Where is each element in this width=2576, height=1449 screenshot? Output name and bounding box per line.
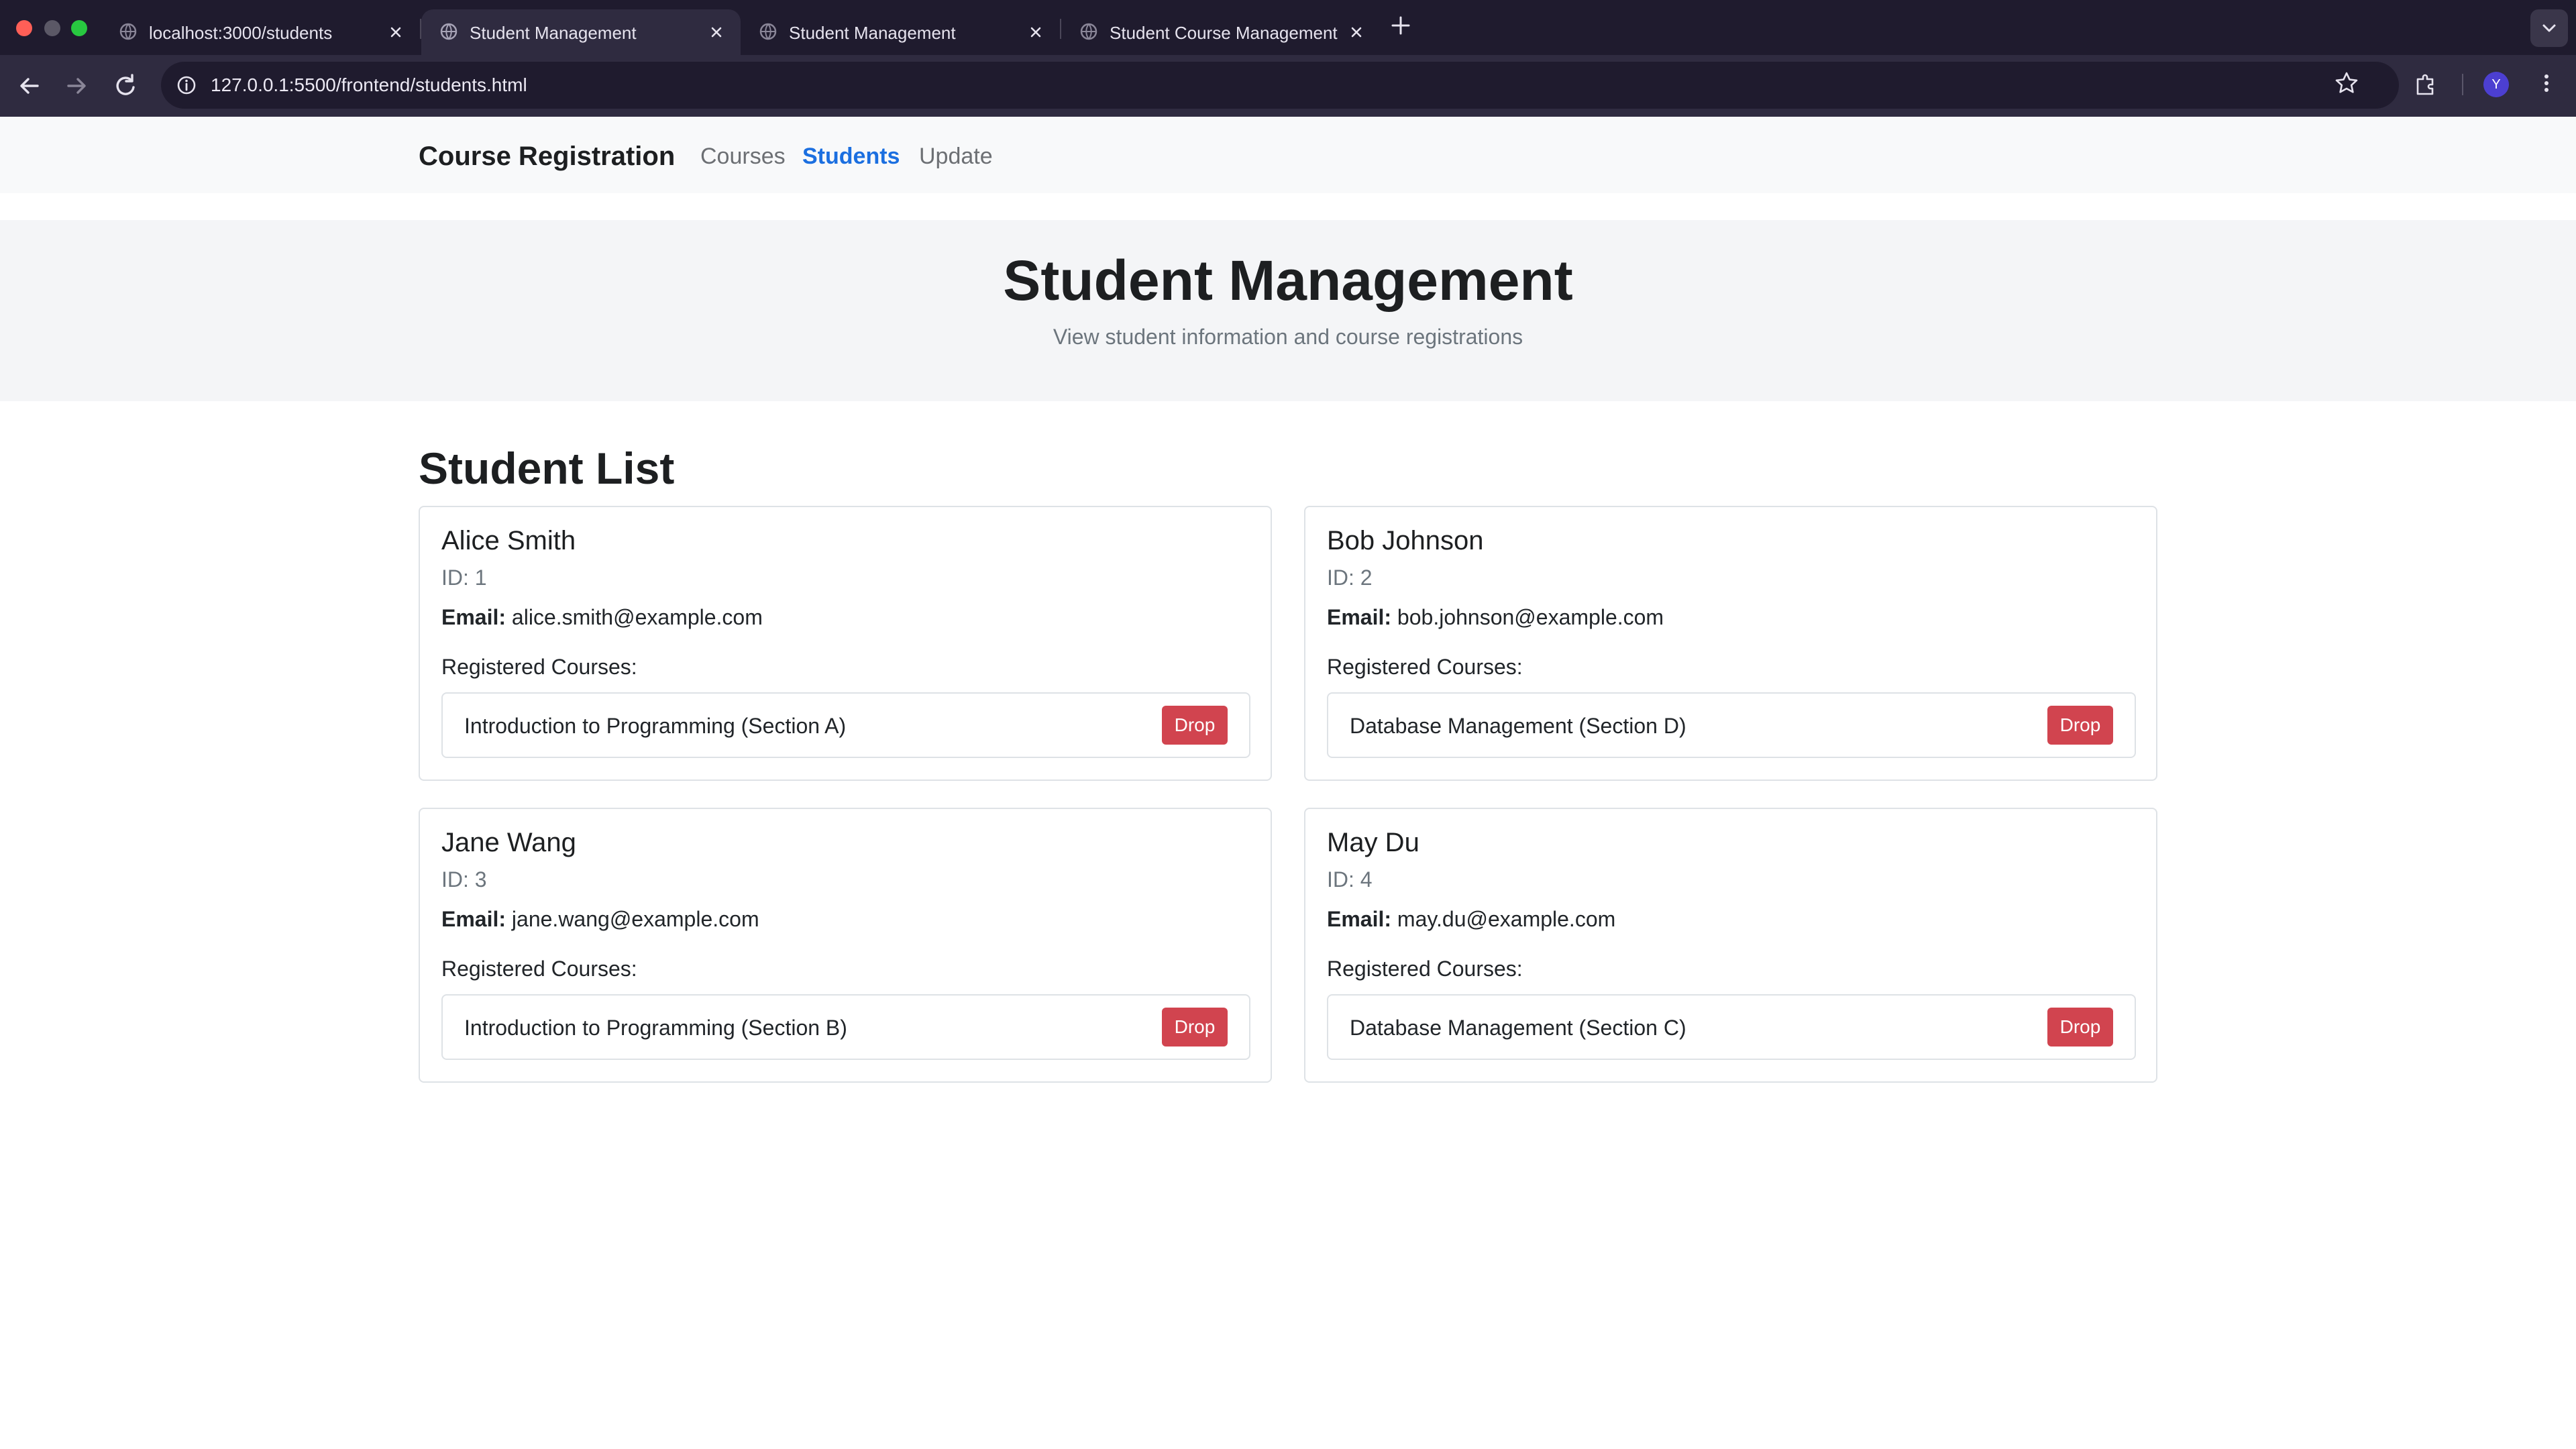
page-header: Student Management View student informat…	[0, 220, 2576, 401]
address-bar[interactable]: 127.0.0.1:5500/frontend/students.html	[161, 62, 2399, 109]
browser-tab-student-management-active[interactable]: Student Management	[421, 9, 741, 55]
browser-tab-student-course-management[interactable]: Student Course Management	[1061, 9, 1381, 55]
registered-courses-label: Registered Courses:	[441, 655, 637, 679]
tab-title: Student Management	[470, 23, 637, 43]
globe-icon	[1080, 23, 1097, 40]
student-email: Email: may.du@example.com	[1327, 906, 1615, 932]
course-list-item: Introduction to Programming (Section B) …	[441, 994, 1250, 1060]
bookmark-star-icon[interactable]	[2333, 70, 2360, 97]
course-list-item: Introduction to Programming (Section A) …	[441, 692, 1250, 758]
student-card: Bob Johnson ID: 2 Email: bob.johnson@exa…	[1304, 506, 2157, 781]
student-email: Email: jane.wang@example.com	[441, 906, 759, 932]
tab-search-button[interactable]	[2530, 9, 2568, 47]
globe-icon	[759, 23, 777, 40]
email-label: Email:	[441, 907, 506, 931]
student-name: Bob Johnson	[1327, 526, 1484, 555]
site-info-icon[interactable]	[174, 73, 199, 97]
chevron-down-icon	[2542, 24, 2556, 32]
registered-courses-label: Registered Courses:	[1327, 655, 1523, 679]
browser-tab-student-management[interactable]: Student Management	[741, 9, 1060, 55]
tab-title: localhost:3000/students	[149, 23, 333, 43]
email-label: Email:	[1327, 605, 1392, 629]
reload-icon[interactable]	[109, 70, 141, 102]
student-name: May Du	[1327, 828, 1419, 857]
student-email: Email: alice.smith@example.com	[441, 604, 763, 631]
more-menu-icon[interactable]	[2533, 70, 2560, 97]
tab-title: Student Course Management	[1110, 23, 1338, 43]
browser-toolbar: 127.0.0.1:5500/frontend/students.html	[0, 55, 2576, 117]
window-minimize-button[interactable]	[44, 20, 60, 36]
student-card: May Du ID: 4 Email: may.du@example.com R…	[1304, 808, 2157, 1083]
drop-course-button[interactable]: Drop	[1162, 706, 1228, 745]
page-subtitle: View student information and course regi…	[1053, 325, 1523, 349]
brand-link[interactable]: Course Registration	[419, 141, 675, 172]
close-icon[interactable]	[1026, 23, 1045, 42]
course-name: Introduction to Programming (Section B)	[464, 1016, 847, 1040]
toolbar-divider	[2462, 74, 2463, 95]
forward-arrow-icon[interactable]	[60, 70, 93, 102]
student-id: ID: 3	[441, 867, 487, 892]
globe-icon	[119, 23, 137, 40]
student-card: Alice Smith ID: 1 Email: alice.smith@exa…	[419, 506, 1272, 781]
page-title: Student Management	[1003, 249, 1573, 312]
student-name: Alice Smith	[441, 526, 576, 555]
nav-link-update[interactable]: Update	[919, 142, 993, 170]
close-icon[interactable]	[707, 23, 726, 42]
close-icon[interactable]	[1347, 23, 1366, 42]
window-close-button[interactable]	[16, 20, 32, 36]
course-name: Database Management (Section D)	[1350, 714, 1686, 738]
course-name: Introduction to Programming (Section A)	[464, 714, 847, 738]
globe-icon	[440, 23, 458, 40]
drop-course-button[interactable]: Drop	[1162, 1008, 1228, 1046]
student-list-heading: Student List	[419, 443, 675, 493]
drop-course-button[interactable]: Drop	[2047, 706, 2113, 745]
drop-course-button[interactable]: Drop	[2047, 1008, 2113, 1046]
browser-tab-strip: localhost:3000/students Student Manageme…	[0, 0, 2576, 55]
email-label: Email:	[441, 605, 506, 629]
student-id: ID: 4	[1327, 867, 1373, 892]
email-value: jane.wang@example.com	[511, 907, 759, 931]
email-label: Email:	[1327, 907, 1392, 931]
registered-courses-label: Registered Courses:	[441, 957, 637, 981]
course-list-item: Database Management (Section D) Drop	[1327, 692, 2136, 758]
email-value: may.du@example.com	[1397, 907, 1616, 931]
extensions-puzzle-icon[interactable]	[2412, 70, 2439, 97]
course-list-item: Database Management (Section C) Drop	[1327, 994, 2136, 1060]
email-value: bob.johnson@example.com	[1397, 605, 1664, 629]
back-arrow-icon[interactable]	[13, 70, 46, 102]
browser-tab-localhost[interactable]: localhost:3000/students	[101, 9, 420, 55]
site-navbar: Course Registration Courses Students Upd…	[0, 117, 2576, 193]
window-maximize-button[interactable]	[71, 20, 87, 36]
nav-link-courses[interactable]: Courses	[700, 142, 786, 170]
close-icon[interactable]	[386, 23, 405, 42]
profile-avatar[interactable]: Y	[2483, 72, 2509, 97]
registered-courses-label: Registered Courses:	[1327, 957, 1523, 981]
tab-title: Student Management	[789, 23, 956, 43]
student-id: ID: 1	[441, 566, 487, 590]
nav-link-students[interactable]: Students	[802, 142, 900, 170]
address-bar-url: 127.0.0.1:5500/frontend/students.html	[211, 74, 527, 95]
email-value: alice.smith@example.com	[511, 605, 763, 629]
student-card: Jane Wang ID: 3 Email: jane.wang@example…	[419, 808, 1272, 1083]
student-id: ID: 2	[1327, 566, 1373, 590]
student-email: Email: bob.johnson@example.com	[1327, 604, 1664, 631]
student-name: Jane Wang	[441, 828, 576, 857]
new-tab-plus-icon[interactable]	[1389, 13, 1413, 38]
course-name: Database Management (Section C)	[1350, 1016, 1686, 1040]
